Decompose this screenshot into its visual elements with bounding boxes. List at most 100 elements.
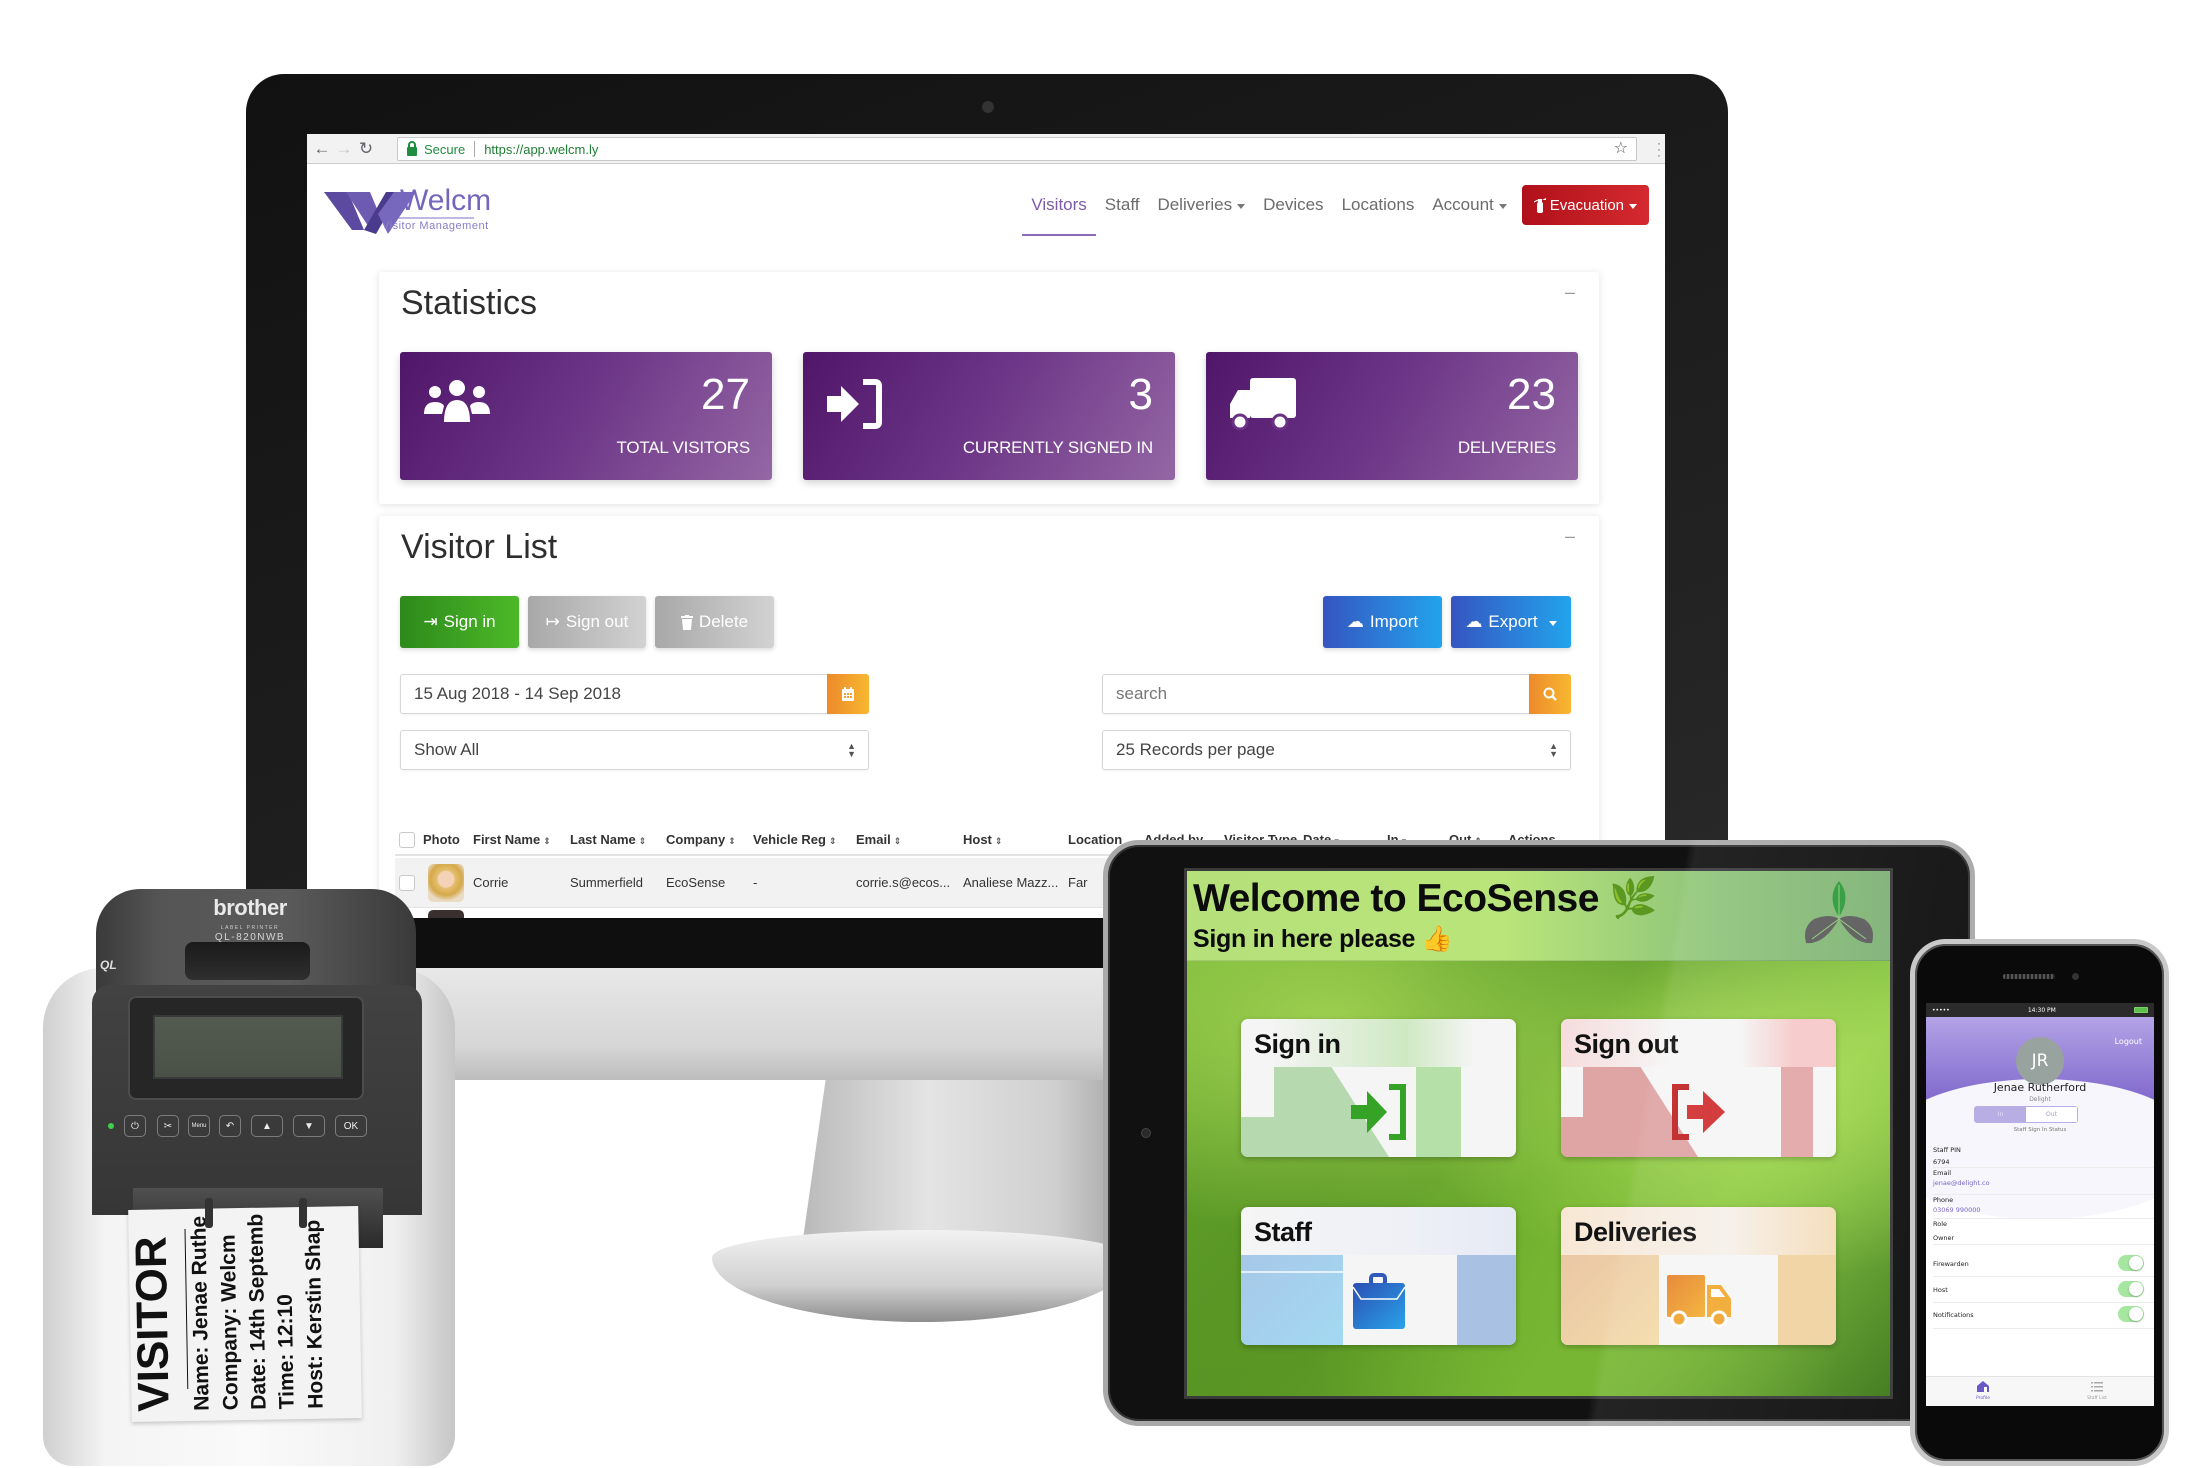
col-host-label: Host	[963, 832, 992, 847]
divider	[1933, 1276, 2154, 1277]
row-checkbox[interactable]	[399, 875, 415, 891]
stat-card-total-visitors[interactable]: 27 TOTAL VISITORS	[400, 352, 772, 480]
browser-menu-icon[interactable]: · · ·	[1657, 137, 1663, 161]
col-vehicle-reg[interactable]: Vehicle Reg ⇕	[753, 832, 837, 847]
select-arrows-icon: ▲ ▼	[1549, 741, 1558, 759]
phone-value[interactable]: 03069 990000	[1933, 1206, 1981, 1214]
secure-label: Secure	[424, 141, 466, 157]
printer-model-subtitle: LABEL PRINTER	[220, 925, 280, 931]
home-icon	[1977, 1381, 1989, 1392]
col-company[interactable]: Company ⇕	[666, 832, 736, 847]
search-placeholder: search	[1116, 684, 1168, 703]
lock-icon	[407, 140, 417, 156]
truck-icon	[1230, 378, 1296, 431]
collapse-statistics-button[interactable]: –	[1565, 282, 1575, 303]
sign-out-icon	[1671, 1084, 1725, 1140]
status-out-segment[interactable]: Out	[2026, 1107, 2077, 1122]
divider	[1933, 1218, 2154, 1219]
briefcase-icon	[1351, 1273, 1406, 1329]
sign-in-status-toggle[interactable]: In Out	[1974, 1106, 2078, 1123]
printer-ok-button[interactable]: OK	[335, 1115, 367, 1137]
phone-status-bar: ••••• 14:30 PM	[1926, 1003, 2154, 1017]
address-bar[interactable]: Secure https://app.welcm.ly ☆	[397, 137, 1637, 161]
delete-button[interactable]: Delete	[655, 596, 774, 648]
printer-cut-button[interactable]: ✂	[157, 1115, 179, 1137]
col-first-name[interactable]: First Name ⇕	[473, 832, 551, 847]
caret-down-icon	[1548, 620, 1557, 626]
filter-value: Show All	[414, 740, 480, 759]
printer-down-button[interactable]: ▼	[293, 1115, 325, 1137]
nav-visitors[interactable]: Visitors	[1022, 184, 1097, 236]
battery-icon	[2133, 1007, 2148, 1013]
col-host[interactable]: Host ⇕	[963, 832, 1002, 847]
visitor-photo	[428, 864, 464, 902]
select-all-checkbox[interactable]	[399, 832, 415, 848]
col-last-name[interactable]: Last Name ⇕	[570, 832, 646, 847]
signed-in-value: 3	[1128, 370, 1153, 419]
visitor-filter-select[interactable]: Show All ▲ ▼	[400, 730, 869, 770]
tab-staff-list[interactable]: Staff List	[2040, 1377, 2154, 1406]
label-guide	[205, 1198, 213, 1228]
welcm-logo[interactable]: Welcm Visitor Management	[324, 184, 564, 244]
export-button[interactable]: ☁ Export	[1451, 596, 1571, 648]
kiosk-deliveries-tile[interactable]: Deliveries	[1561, 1207, 1836, 1345]
host-toggle[interactable]	[2118, 1281, 2144, 1297]
evacuation-button[interactable]: Evacuation	[1521, 185, 1649, 225]
forward-arrow-icon[interactable]: →	[333, 139, 355, 159]
kiosk-sign-in-tile[interactable]: Sign in	[1241, 1019, 1516, 1157]
printer-menu-button[interactable]: Menu	[188, 1115, 210, 1137]
nav-deliveries[interactable]: Deliveries	[1148, 184, 1254, 226]
url-text[interactable]: https://app.welcm.ly	[484, 142, 598, 157]
stat-card-currently-signed-in[interactable]: 3 CURRENTLY SIGNED IN	[803, 352, 1175, 480]
status-in-segment[interactable]: In	[1975, 1107, 2026, 1122]
search-button[interactable]	[1529, 674, 1571, 714]
records-per-page-select[interactable]: 25 Records per page ▲ ▼	[1102, 730, 1571, 770]
printer-up-button[interactable]: ▲	[251, 1115, 283, 1137]
calendar-button[interactable]	[827, 674, 869, 714]
cell-host: Analiese Mazz...	[963, 875, 1059, 890]
tab-staff-list-label: Staff List	[2087, 1396, 2107, 1401]
import-button[interactable]: ☁ Import	[1323, 596, 1442, 648]
kiosk-sign-out-tile[interactable]: Sign out	[1561, 1019, 1836, 1157]
date-range-input[interactable]: 15 Aug 2018 - 14 Sep 2018	[400, 674, 869, 714]
col-email[interactable]: Email ⇕	[856, 832, 901, 847]
kiosk-staff-tile[interactable]: Staff	[1241, 1207, 1516, 1345]
email-value[interactable]: jenae@delight.co	[1933, 1179, 1990, 1187]
printer-back-button[interactable]: ↶	[219, 1115, 241, 1137]
reload-icon[interactable]: ↻	[355, 139, 377, 159]
nav-locations[interactable]: Locations	[1333, 184, 1424, 226]
phone-tab-bar: Profile Staff List	[1926, 1376, 2154, 1406]
collapse-visitor-list-button[interactable]: –	[1565, 526, 1575, 547]
monitor-stand-base	[712, 1230, 1132, 1322]
stat-card-deliveries[interactable]: 23 DELIVERIES	[1206, 352, 1578, 480]
statistics-panel: Statistics – 27 TOTAL VISITORS 3 CURRENT…	[379, 272, 1599, 504]
col-company-label: Company	[666, 832, 726, 847]
nav-devices[interactable]: Devices	[1254, 184, 1332, 226]
cell-last-name: Summerfield	[570, 875, 643, 890]
cloud-upload-icon: ☁	[1465, 612, 1483, 631]
printer-power-button[interactable]: ⏻	[124, 1115, 146, 1137]
notifications-toggle[interactable]	[2118, 1306, 2144, 1322]
nav-account[interactable]: Account	[1423, 184, 1515, 226]
ecosense-logo-icon	[1805, 881, 1873, 944]
firewarden-toggle[interactable]	[2118, 1255, 2144, 1271]
nav-staff[interactable]: Staff	[1096, 184, 1149, 226]
back-arrow-icon[interactable]: ←	[311, 139, 333, 159]
browser-toolbar: ← → ↻ Secure https://app.welcm.ly ☆ · · ·	[307, 134, 1665, 164]
date-range-value: 15 Aug 2018 - 14 Sep 2018	[414, 684, 622, 703]
search-input[interactable]: search	[1102, 674, 1571, 714]
col-vehicle-reg-label: Vehicle Reg	[753, 832, 826, 847]
bookmark-star-icon[interactable]: ☆	[1614, 138, 1628, 158]
sign-in-button[interactable]: ⇥ Sign in	[400, 596, 519, 648]
browser-window: ← → ↻ Secure https://app.welcm.ly ☆ · · · …	[307, 134, 1665, 918]
logout-button[interactable]: Logout	[2115, 1037, 2142, 1046]
sort-icon: ⇕	[543, 836, 551, 846]
caret-down-icon	[1237, 203, 1246, 209]
import-label: Import	[1369, 612, 1419, 631]
tab-profile[interactable]: Profile	[1926, 1377, 2040, 1406]
nav-visitors-label: Visitors	[1031, 195, 1087, 214]
delete-label: Delete	[698, 612, 749, 631]
tile-sign-in-label: Sign in	[1254, 1029, 1341, 1059]
sign-out-button[interactable]: ↦ Sign out	[528, 596, 646, 648]
profile-name: Jenae Rutherford	[1993, 1081, 2087, 1094]
